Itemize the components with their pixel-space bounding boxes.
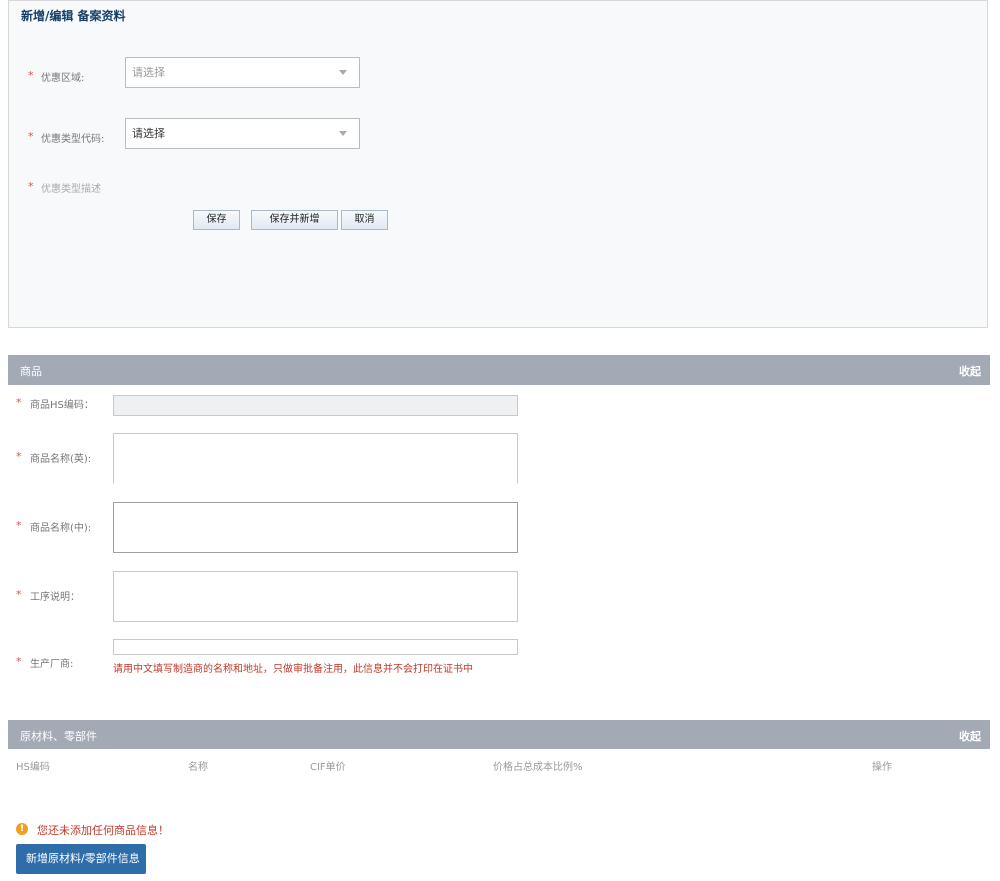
hs-code-input[interactable]	[113, 395, 518, 416]
column-cost-ratio: 价格占总成本比例%	[493, 762, 583, 773]
required-mark: *	[16, 588, 22, 601]
select-placeholder: 请选择	[132, 127, 165, 140]
goods-section-header: 商品 收起	[8, 355, 990, 385]
warning-icon: !	[16, 823, 28, 835]
add-material-button[interactable]: 新增原材料/零部件信息	[16, 844, 146, 874]
save-and-add-button[interactable]: 保存并新增	[251, 210, 338, 230]
manufacturer-input[interactable]	[113, 639, 518, 655]
required-mark: *	[16, 655, 22, 668]
chevron-down-icon	[339, 131, 347, 136]
label-name-en: 商品名称(英):	[30, 454, 92, 465]
column-hs-code: HS编码	[16, 762, 50, 773]
collapse-link[interactable]: 收起	[959, 363, 981, 379]
required-mark: *	[16, 519, 22, 532]
materials-section-header: 原材料、零部件 收起	[8, 720, 990, 749]
column-actions: 操作	[872, 762, 892, 773]
collapse-link[interactable]: 收起	[959, 728, 981, 744]
required-mark: *	[28, 69, 34, 82]
label-preferential-type-desc: 优惠类型描述	[41, 184, 101, 195]
name-cn-textarea[interactable]	[113, 502, 518, 553]
label-manufacturer: 生产厂商:	[30, 659, 74, 670]
column-name: 名称	[188, 762, 208, 773]
label-process-desc: 工序说明：	[30, 592, 80, 603]
section-title: 商品	[20, 365, 42, 378]
record-form-panel: 新增/编辑 备案资料 * 优惠区域: 请选择 * 优惠类型代码: 请选择 * 优…	[8, 0, 988, 328]
label-hs-code: 商品HS编码：	[30, 400, 94, 411]
process-desc-textarea[interactable]	[113, 571, 518, 622]
select-placeholder: 请选择	[132, 66, 165, 79]
column-cif-price: CIF单价	[310, 762, 346, 773]
preferential-region-select[interactable]: 请选择	[125, 57, 360, 88]
required-mark: *	[28, 180, 34, 193]
required-mark: *	[28, 130, 34, 143]
panel-title: 新增/编辑 备案资料	[21, 9, 126, 23]
required-mark: *	[16, 396, 22, 409]
chevron-down-icon	[339, 70, 347, 75]
manufacturer-hint: 请用中文填写制造商的名称和地址，只做审批备注用，此信息并不会打印在证书中	[113, 664, 473, 675]
save-button[interactable]: 保存	[193, 210, 240, 230]
label-name-cn: 商品名称(中):	[30, 523, 92, 534]
cancel-button[interactable]: 取消	[341, 210, 388, 230]
preferential-type-code-select[interactable]: 请选择	[125, 118, 360, 149]
section-title: 原材料、零部件	[20, 730, 97, 743]
required-mark: *	[16, 450, 22, 463]
label-preferential-type-code: 优惠类型代码:	[41, 134, 105, 145]
label-preferential-region: 优惠区域:	[41, 73, 85, 84]
name-en-textarea[interactable]	[113, 433, 518, 484]
empty-warning: 您还未添加任何商品信息！	[37, 824, 169, 837]
